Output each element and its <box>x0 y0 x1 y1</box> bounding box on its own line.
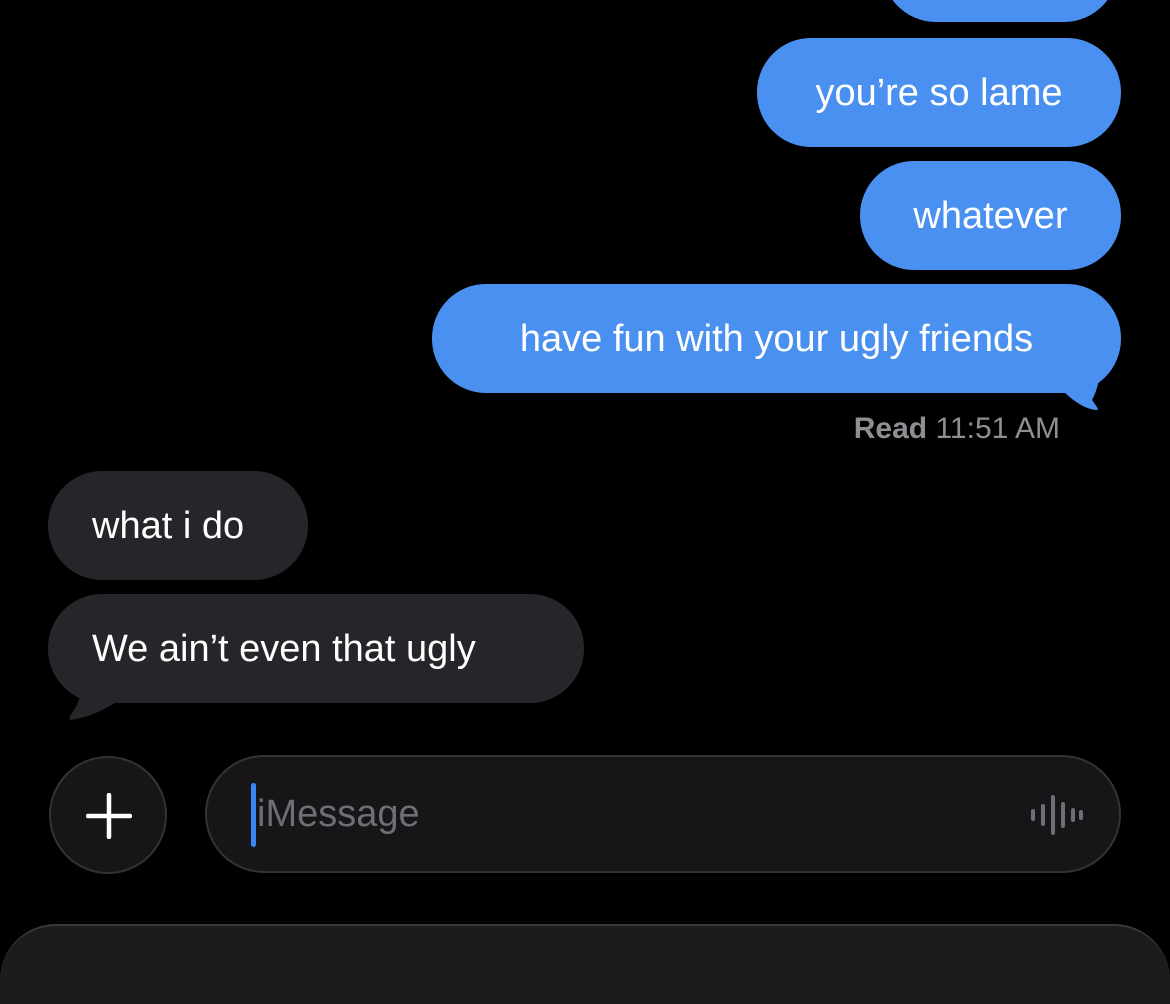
message-bubble-sent[interactable]: have fun with your ugly friends <box>432 284 1121 393</box>
message-text: you’re so lame <box>815 71 1063 114</box>
read-receipt-time: 11:51 AM <box>935 412 1060 445</box>
message-text: whatever <box>913 194 1068 237</box>
message-bubble-sent[interactable]: whatever <box>860 161 1121 270</box>
message-bubble-sent[interactable]: you’re so lame <box>757 38 1121 147</box>
message-bubble-sent-partial[interactable] <box>882 0 1118 22</box>
keyboard-panel <box>0 924 1170 1004</box>
message-bubble-received[interactable]: what i do <box>48 471 308 580</box>
add-attachment-button[interactable] <box>49 756 167 874</box>
text-cursor <box>251 783 256 847</box>
read-receipt: Read 11:51 AM <box>854 412 1060 446</box>
message-text: have fun with your ugly friends <box>519 317 1034 360</box>
waveform-icon[interactable] <box>1029 793 1085 837</box>
plus-icon <box>86 793 132 839</box>
message-bubble-received[interactable]: We ain’t even that ugly <box>48 594 584 703</box>
message-input-placeholder: iMessage <box>257 793 420 835</box>
read-receipt-label: Read <box>853 412 928 445</box>
message-input[interactable]: iMessage <box>205 755 1121 873</box>
message-text: We ain’t even that ugly <box>92 627 476 670</box>
message-text: what i do <box>92 504 245 547</box>
